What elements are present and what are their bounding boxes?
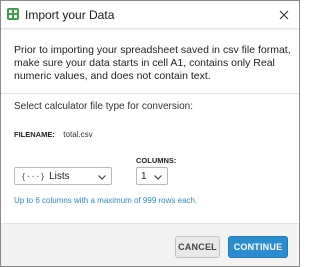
continue-button[interactable]: CONTINUE: [228, 236, 288, 258]
dialog-title: Import your Data: [25, 8, 115, 22]
columns-label: COLUMNS:: [136, 156, 177, 165]
file-type-dropdown[interactable]: {···} Lists: [14, 167, 112, 185]
import-dialog: Import your Data Prior to importing your…: [0, 0, 300, 267]
columns-selected: 1: [141, 170, 147, 182]
list-braces-icon: {···}: [21, 171, 46, 181]
chevron-down-icon: [154, 175, 162, 180]
divider: [1, 93, 299, 94]
filename-row: FILENAME: total.csv: [14, 124, 93, 142]
columns-dropdown[interactable]: 1: [136, 167, 168, 185]
close-icon: [279, 10, 289, 20]
dialog-body: Prior to importing your spreadsheet save…: [1, 30, 299, 266]
filename-value: total.csv: [63, 130, 93, 139]
filename-label: FILENAME:: [14, 130, 55, 139]
close-button[interactable]: [269, 1, 299, 29]
columns-info-text: Up to 6 columns with a maximum of 999 ro…: [14, 196, 198, 205]
intro-text: Prior to importing your spreadsheet save…: [14, 44, 291, 82]
cancel-button[interactable]: CANCEL: [175, 236, 220, 258]
title-bar: Import your Data: [1, 1, 299, 29]
dialog-footer: CANCEL CONTINUE: [1, 223, 299, 266]
grid-app-icon: [7, 8, 19, 20]
chevron-down-icon: [98, 175, 106, 180]
select-type-label: Select calculator file type for conversi…: [14, 101, 193, 112]
file-type-selected: Lists: [49, 170, 70, 182]
